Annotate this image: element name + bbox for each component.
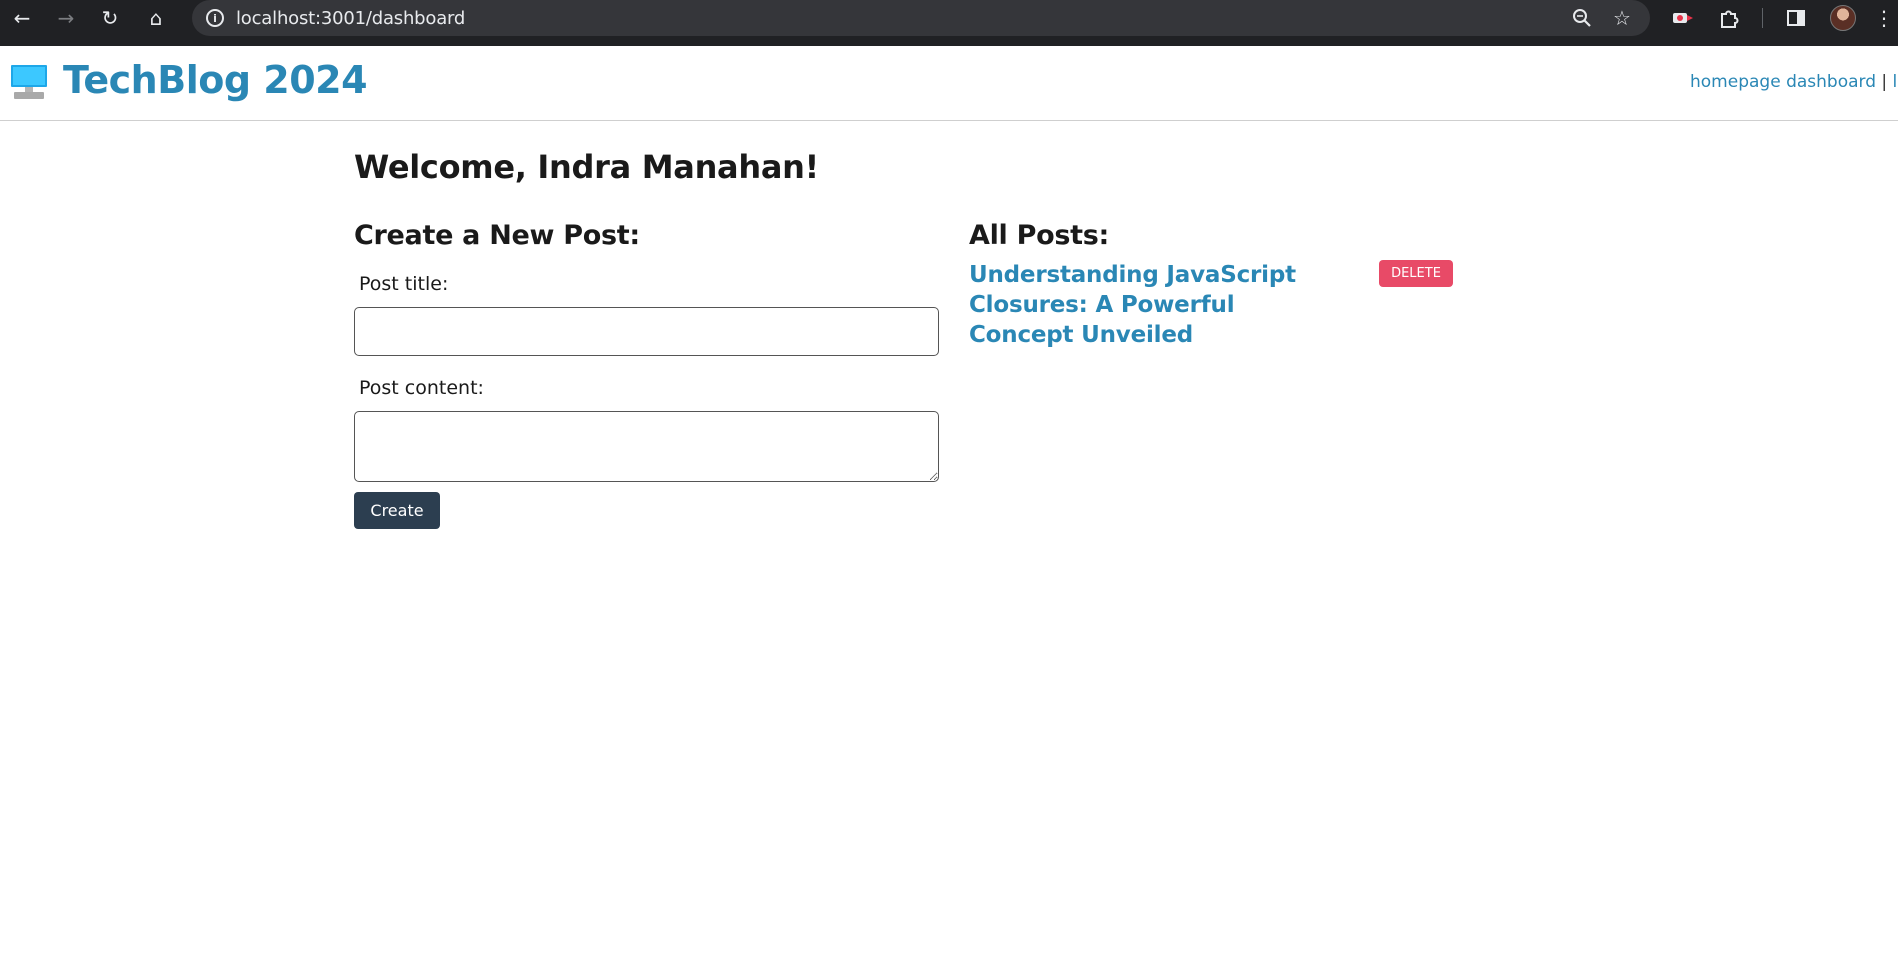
puzzle-icon[interactable] — [1716, 5, 1742, 31]
nav-logout-link[interactable]: logou — [1893, 72, 1898, 92]
profile-avatar[interactable] — [1830, 5, 1856, 31]
post-title-input[interactable] — [354, 307, 939, 356]
forward-icon[interactable]: → — [46, 0, 86, 36]
site-header: TechBlog 2024 homepage dashboard | logou — [0, 46, 1898, 121]
browser-toolbar: ← → ↻ ⌂ i localhost:3001/dashboard ☆ ⋮ — [0, 0, 1898, 46]
delete-post-button[interactable]: DELETE — [1379, 260, 1453, 287]
back-icon[interactable]: ← — [2, 0, 42, 36]
site-title[interactable]: TechBlog 2024 — [63, 58, 368, 102]
zoom-icon[interactable] — [1570, 6, 1594, 30]
bookmark-star-icon[interactable]: ☆ — [1610, 6, 1634, 30]
welcome-heading: Welcome, Indra Manahan! — [354, 148, 819, 186]
post-content-textarea[interactable] — [354, 411, 939, 482]
toolbar-separator — [1762, 8, 1763, 28]
create-button[interactable]: Create — [354, 492, 440, 529]
all-posts-heading: All Posts: — [969, 220, 1109, 251]
nav-separator: | — [1881, 72, 1888, 92]
home-icon[interactable]: ⌂ — [136, 0, 176, 36]
post-title-link[interactable]: Understanding JavaScript Closures: A Pow… — [969, 260, 1319, 350]
header-nav: homepage dashboard | logou — [1690, 72, 1898, 92]
nav-dashboard-link[interactable]: dashboard — [1786, 72, 1876, 92]
menu-icon[interactable]: ⋮ — [1874, 5, 1894, 31]
create-post-heading: Create a New Post: — [354, 220, 640, 251]
computer-monitor-icon — [10, 64, 48, 100]
post-content-label: Post content: — [359, 377, 484, 399]
url-text[interactable]: localhost:3001/dashboard — [236, 8, 465, 29]
side-panel-icon[interactable] — [1783, 5, 1809, 31]
site-info-icon[interactable]: i — [206, 9, 224, 27]
reload-icon[interactable]: ↻ — [90, 0, 130, 36]
extension-icon[interactable] — [1670, 5, 1696, 31]
post-title-label: Post title: — [359, 273, 449, 295]
nav-homepage-link[interactable]: homepage — [1690, 72, 1781, 92]
address-bar[interactable]: i localhost:3001/dashboard ☆ — [192, 0, 1650, 36]
